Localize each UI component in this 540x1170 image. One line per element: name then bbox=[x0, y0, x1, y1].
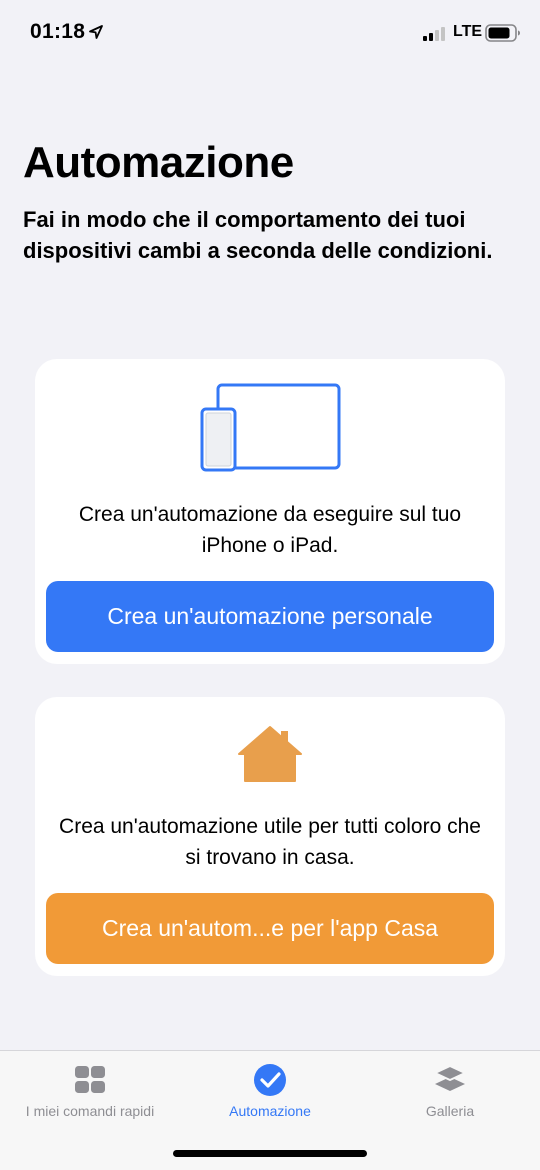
home-icon bbox=[238, 726, 302, 782]
automation-screen: 01:18 LTE Automazione Fai in modo che il… bbox=[0, 0, 540, 1170]
tab-label: Galleria bbox=[425, 1103, 475, 1119]
page-subtitle: Fai in modo che il comportamento dei tuo… bbox=[23, 207, 493, 263]
checkmark-circle-icon bbox=[254, 1064, 286, 1096]
status-bar: 01:18 LTE bbox=[0, 0, 540, 70]
layers-icon bbox=[434, 1065, 466, 1091]
page-title: Automazione bbox=[23, 138, 294, 187]
personal-automation-card: Crea un'automazione da eseguire sul tuo … bbox=[35, 359, 505, 664]
tab-label: I miei comandi rapidi bbox=[25, 1103, 155, 1119]
grid-icon bbox=[75, 1066, 105, 1093]
home-automation-description: Crea un'automazione utile per tutti colo… bbox=[59, 815, 481, 869]
create-home-automation-button[interactable]: Crea un'autom...e per l'app Casa bbox=[46, 893, 494, 964]
iphone-ipad-icon bbox=[200, 383, 341, 472]
personal-automation-description: Crea un'automazione da eseguire sul tuo … bbox=[78, 503, 462, 557]
battery-icon bbox=[485, 24, 520, 42]
status-time: 01:18 bbox=[30, 20, 86, 43]
cellular-signal-icon bbox=[423, 27, 445, 41]
tab-label: Automazione bbox=[229, 1103, 311, 1119]
home-automation-card: Crea un'automazione utile per tutti colo… bbox=[35, 697, 505, 976]
location-arrow-icon bbox=[89, 25, 103, 39]
tab-automation[interactable]: Automazione bbox=[180, 1051, 360, 1131]
tab-gallery[interactable]: Galleria bbox=[360, 1051, 540, 1131]
create-personal-automation-button[interactable]: Crea un'automazione personale bbox=[46, 581, 494, 652]
tab-my-shortcuts[interactable]: I miei comandi rapidi bbox=[0, 1051, 180, 1131]
network-type: LTE bbox=[453, 23, 483, 40]
home-indicator[interactable] bbox=[173, 1150, 367, 1157]
